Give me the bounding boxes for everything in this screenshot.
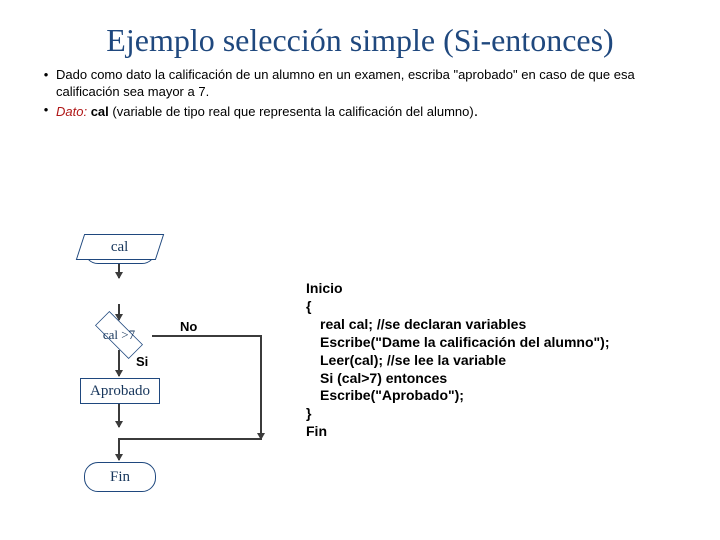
- code-line: Inicio: [306, 280, 609, 298]
- label-si: Si: [136, 354, 148, 369]
- code-line: }: [306, 405, 609, 423]
- arrow: [118, 304, 120, 320]
- bullet-2: Dato: cal (variable de tipo real que rep…: [56, 102, 478, 122]
- code-line: Fin: [306, 423, 609, 441]
- bullet-1: Dado como dato la calificación de un alu…: [56, 67, 676, 100]
- decision-cal-gt7: cal >7: [86, 322, 152, 348]
- code-comment: //se declaran variables: [377, 316, 526, 332]
- arrow: [118, 350, 120, 376]
- dato-value: cal: [91, 104, 109, 119]
- code-line: Leer(cal); //se lee la variable: [306, 352, 609, 370]
- process-aprobado: Aprobado: [80, 378, 160, 404]
- code-line: Si (cal>7) entonces: [306, 370, 609, 388]
- arrow: [118, 262, 120, 278]
- dato-period: .: [474, 103, 478, 120]
- arrow: [118, 403, 120, 427]
- terminal-fin: Fin: [84, 462, 156, 492]
- code-line: Escribe("Dame la calificación del alumno…: [306, 334, 609, 352]
- dato-label: Dato:: [56, 104, 87, 119]
- arrow-merge: [120, 438, 262, 440]
- code-comment: //se lee la variable: [387, 352, 506, 368]
- label-no: No: [180, 319, 197, 334]
- bullet-dot: •: [36, 67, 56, 100]
- io-cal: cal: [76, 234, 164, 260]
- code-line: Escribe("Aprobado");: [306, 387, 609, 405]
- dato-rest: (variable de tipo real que representa la…: [109, 104, 474, 119]
- page-title: Ejemplo selección simple (Si-entonces): [0, 0, 720, 65]
- flowchart: Inicio cal cal >7 Aprobado Fin No Si: [72, 234, 292, 530]
- code-line: real cal; //se declaran variables: [306, 316, 609, 334]
- arrow-no-h: [152, 335, 262, 337]
- arrow: [118, 438, 120, 460]
- bullets: • Dado como dato la calificación de un a…: [0, 67, 720, 123]
- bullet-dot: •: [36, 102, 56, 122]
- pseudocode: Inicio { real cal; //se declaran variabl…: [306, 280, 609, 441]
- arrow-no-v: [260, 335, 262, 439]
- code-line: {: [306, 298, 609, 316]
